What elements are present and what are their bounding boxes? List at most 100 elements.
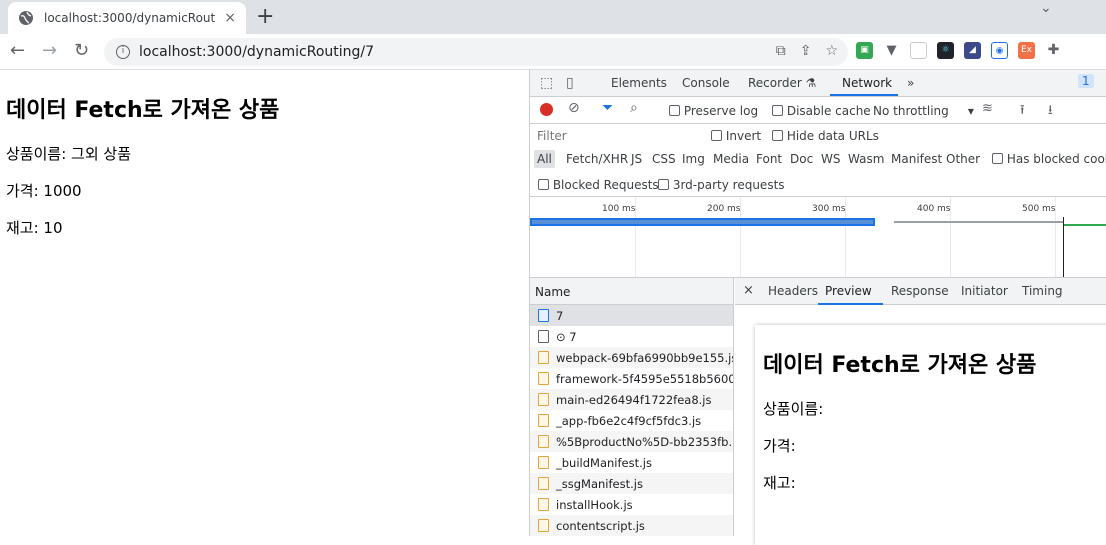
request-row[interactable]: installHook.js [530,494,733,515]
forward-button[interactable]: → [42,40,57,61]
more-tabs-button[interactable]: » [907,76,914,90]
bookmark-star-icon[interactable]: ☆ [825,43,838,59]
open-in-new-icon[interactable]: ⧉ [776,43,786,59]
type-filter-fetch-xhr[interactable]: Fetch/XHR [566,152,628,166]
record-icon[interactable] [540,103,553,116]
request-row[interactable]: framework-5f4595e5518b5600... [530,368,733,389]
extension-circle-icon[interactable] [910,42,927,59]
type-filter-manifest[interactable]: Manifest [891,152,942,166]
request-row[interactable]: 7 [530,305,733,326]
preview-frame: 데이터 Fetch로 가져온 상품 상품이름: 가격: 재고: [755,325,1106,545]
tab-elements[interactable]: Elements [611,76,667,90]
tab-initiator[interactable]: Initiator [961,284,1008,298]
type-filter-ws[interactable]: WS [821,152,840,166]
extension-green-icon[interactable]: ▣ [856,42,873,59]
request-row[interactable]: _buildManifest.js [530,452,733,473]
back-button[interactable]: ← [10,40,25,61]
react-devtools-icon[interactable]: ⚛ [937,42,954,59]
name-column-header[interactable]: Name [530,278,733,305]
third-party-checkbox[interactable]: 3rd-party requests [658,178,785,192]
close-tab-icon[interactable]: × [224,10,236,26]
request-detail: × Headers Preview Response Initiator Tim… [735,278,1106,545]
info-icon[interactable]: i [116,45,130,59]
chevron-down-icon[interactable]: ⌄ [1040,0,1052,16]
tab-preview[interactable]: Preview [825,284,872,298]
request-row[interactable]: contentscript.js [530,515,733,536]
blocked-requests-checkbox[interactable]: Blocked Requests [538,178,659,192]
tab-timing[interactable]: Timing [1022,284,1063,298]
tab-headers[interactable]: Headers [768,284,818,298]
network-conditions-icon[interactable]: ≋ [982,101,993,116]
type-filter-font[interactable]: Font [756,152,782,166]
inspect-element-icon[interactable]: ⬚ [540,75,553,91]
new-tab-button[interactable]: + [256,4,274,29]
load-event-line [1063,217,1064,277]
filter-input[interactable] [534,127,697,145]
issues-badge[interactable]: 1 [1078,74,1094,88]
has-blocked-cookies-checkbox[interactable]: Has blocked cookies [992,152,1106,166]
preview-price-line: 가격: [763,437,796,455]
request-row[interactable]: _app-fb6e2c4f9cf5fdc3.js [530,410,733,431]
timeline-request-bar [894,221,1064,223]
request-row[interactable]: main-ed26494f1722fea8.js [530,389,733,410]
search-icon[interactable]: ⌕ [630,100,638,116]
puzzle-icon[interactable]: ✚ [1045,42,1062,59]
timeline-tick: 100 ms [602,204,636,214]
extensions-bar: ▣ ▼ ⚛ ◢ ◉ Ex ✚ [856,42,1062,59]
devtools-tabbar: ⬚ ▯ Elements Console Recorder ⚗ Network … [530,70,1106,97]
type-filter-wasm[interactable]: Wasm [848,152,884,166]
timeline-tick: 300 ms [812,204,846,214]
request-row[interactable]: _ssgManifest.js [530,473,733,494]
extension-shield-icon[interactable]: ◉ [991,42,1008,59]
page-heading: 데이터 Fetch로 가져온 상품 [6,98,280,123]
vue-devtools-icon[interactable]: ▼ [883,42,900,59]
script-file-icon [538,393,549,406]
tab-recorder[interactable]: Recorder ⚗ [748,76,816,90]
tab-strip: localhost:3000/dynamicRouting/7 × + ⌄ [0,0,1106,34]
request-row[interactable]: %5BproductNo%5D-bb2353fb... [530,431,733,452]
browser-tab[interactable]: localhost:3000/dynamicRouting/7 × [8,2,246,34]
export-har-icon[interactable]: ⭳ [1048,101,1053,123]
active-detail-tab-underline [818,303,883,305]
share-icon[interactable]: ⇪ [800,43,812,59]
invert-checkbox[interactable]: Invert [711,129,761,143]
type-filter-all[interactable]: All [534,150,555,168]
script-file-icon [538,435,549,448]
disable-cache-checkbox[interactable]: Disable cache [772,104,871,118]
network-toolbar: ⊘ ⏷ ⌕ Preserve log Disable cache No thro… [530,97,1106,124]
timeline-tick: 400 ms [917,204,951,214]
hide-data-urls-checkbox[interactable]: Hide data URLs [772,129,879,143]
type-filter-other[interactable]: Other [946,152,980,166]
type-filter-img[interactable]: Img [682,152,705,166]
type-filter-js[interactable]: JS [631,152,642,166]
import-har-icon[interactable]: ⭱ [1020,101,1025,123]
timeline-overview[interactable]: 100 ms 200 ms 300 ms 400 ms 500 ms [530,197,1106,278]
request-row[interactable]: webpack-69bfa6990bb9e155.js [530,347,733,368]
globe-icon [19,11,33,25]
close-detail-icon[interactable]: × [743,283,754,298]
filter-icon[interactable]: ⏷ [602,100,613,116]
type-filter-doc[interactable]: Doc [790,152,813,166]
device-toolbar-icon[interactable]: ▯ [566,75,574,91]
extension-orange-icon[interactable]: Ex [1018,42,1035,59]
url-text[interactable]: localhost:3000/dynamicRouting/7 [139,44,374,60]
preserve-log-checkbox[interactable]: Preserve log [669,104,758,118]
reload-button[interactable]: ↻ [74,40,89,61]
address-bar[interactable]: i localhost:3000/dynamicRouting/7 ⧉ ⇪ ☆ [104,38,848,66]
request-row[interactable]: ⊙ 7 [530,326,733,347]
script-file-icon [538,477,549,490]
throttling-select[interactable]: No throttling ▾ [873,104,974,118]
type-filter-media[interactable]: Media [713,152,749,166]
tab-network[interactable]: Network [842,76,892,90]
preview-stock-line: 재고: [763,474,796,492]
script-file-icon [538,498,549,511]
script-file-icon [538,456,549,469]
tab-response[interactable]: Response [891,284,949,298]
active-tab-underline [830,94,898,96]
script-file-icon [538,519,549,532]
clear-icon[interactable]: ⊘ [568,100,580,116]
tab-console[interactable]: Console [682,76,730,90]
extension-wing-icon[interactable]: ◢ [964,42,981,59]
timeline-request-bar [1064,224,1106,226]
type-filter-css[interactable]: CSS [652,152,676,166]
